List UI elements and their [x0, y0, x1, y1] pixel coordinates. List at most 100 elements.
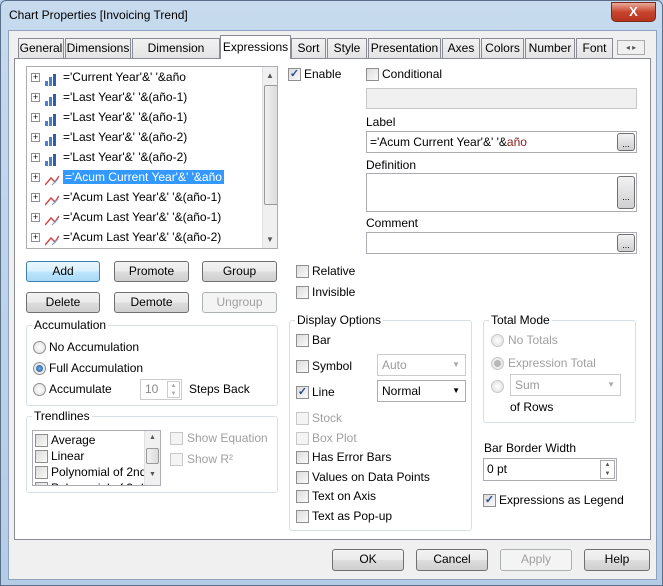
no-totals-label: No Totals — [508, 333, 558, 347]
expression-item[interactable]: + ='Acum Current Year'&' '&año — [31, 167, 224, 187]
trendline-label: Average — [51, 433, 96, 447]
close-button[interactable]: X — [611, 2, 656, 22]
values-on-points-checkbox[interactable] — [296, 471, 309, 484]
enable-checkbox[interactable]: ✓ — [288, 68, 301, 81]
conditional-input[interactable] — [366, 88, 637, 109]
scroll-thumb[interactable] — [264, 85, 277, 205]
ungroup-button[interactable]: Ungroup — [202, 292, 277, 313]
full-accumulation-radio[interactable] — [33, 362, 46, 375]
expression-scrollbar[interactable]: ▲ ▼ — [262, 67, 277, 248]
expression-total-radio[interactable] — [491, 357, 504, 370]
conditional-checkbox[interactable] — [366, 68, 379, 81]
delete-button[interactable]: Delete — [26, 292, 100, 313]
trendline-item[interactable]: Linear — [35, 449, 84, 465]
definition-edit-button[interactable]: ... — [617, 176, 635, 209]
steps-back-input[interactable]: 10 ▲ ▼ — [140, 379, 182, 400]
comment-edit-button[interactable]: ... — [617, 234, 635, 252]
tab-font[interactable]: Font — [576, 38, 613, 59]
expression-item[interactable]: + ='Current Year'&' '&año — [31, 67, 186, 87]
relative-checkbox[interactable] — [296, 265, 309, 278]
expression-item[interactable]: + ='Acum Last Year'&' '&(año-1) — [31, 187, 221, 207]
expression-tree[interactable]: + ='Current Year'&' '&año + ='Last Year'&' … — [26, 66, 278, 249]
line-style-select[interactable]: Normal ▼ — [377, 380, 466, 402]
trendline-item[interactable]: Polynomial of 2nd d — [35, 465, 156, 481]
tab-presentation[interactable]: Presentation — [368, 38, 441, 59]
tab-colors[interactable]: Colors — [481, 38, 524, 59]
trendlines-list[interactable]: Average Linear Polynomial of 2nd d Polynomi… — [32, 430, 161, 486]
scroll-down-icon[interactable]: ▼ — [266, 235, 274, 244]
symbol-value: Auto — [382, 358, 407, 372]
steps-spinner[interactable]: ▲ ▼ — [167, 381, 180, 398]
stock-checkbox[interactable] — [296, 412, 309, 425]
group-button[interactable]: Group — [202, 261, 277, 282]
expand-icon[interactable]: + — [31, 113, 40, 123]
invisible-checkbox[interactable] — [296, 286, 309, 299]
trendlines-scrollbar[interactable]: ▲ ▼ — [144, 431, 160, 485]
bar-border-width-input[interactable]: 0 pt ▲ ▼ — [483, 458, 617, 481]
expand-icon[interactable]: + — [31, 173, 40, 183]
expression-item[interactable]: + ='Acum Last Year'&' '&(año-1) — [31, 207, 221, 227]
comment-input[interactable] — [366, 232, 637, 254]
scroll-thumb[interactable] — [146, 448, 159, 464]
label-input[interactable]: ='Acum Current Year'&' '&año — [366, 131, 637, 153]
trendline-checkbox[interactable] — [35, 434, 48, 448]
tab-general[interactable]: General — [18, 38, 64, 59]
expand-icon[interactable]: + — [31, 233, 40, 243]
tab-style[interactable]: Style — [327, 38, 367, 59]
cancel-button[interactable]: Cancel — [416, 549, 488, 571]
definition-input[interactable] — [366, 173, 637, 212]
scroll-up-icon[interactable]: ▲ — [266, 71, 274, 80]
trendline-checkbox[interactable] — [35, 482, 48, 485]
expression-item[interactable]: + ='Last Year'&' '&(año-2) — [31, 127, 187, 147]
line-chart-icon — [44, 172, 60, 186]
expand-icon[interactable]: + — [31, 193, 40, 203]
tab-dimension-limits[interactable]: Dimension Limits — [132, 38, 220, 74]
tab-sort[interactable]: Sort — [291, 38, 326, 59]
expression-item[interactable]: + ='Acum Last Year'&' '&(año-2) — [31, 227, 221, 247]
add-button[interactable]: Add — [26, 261, 100, 282]
trendline-item[interactable]: Average — [35, 433, 95, 449]
tab-expressions[interactable]: Expressions — [220, 35, 291, 59]
symbol-select[interactable]: Auto ▼ — [377, 354, 466, 376]
bar-checkbox[interactable] — [296, 334, 309, 347]
no-totals-radio[interactable] — [491, 334, 504, 347]
demote-button[interactable]: Demote — [114, 292, 189, 313]
trendline-checkbox[interactable] — [35, 450, 48, 464]
tab-number[interactable]: Number — [525, 38, 575, 59]
show-r2-checkbox[interactable] — [170, 453, 183, 466]
no-accumulation-radio[interactable] — [33, 341, 46, 354]
expand-icon[interactable]: + — [31, 133, 40, 143]
tab-scroll-arrows[interactable]: ◂ ▸ — [617, 40, 645, 55]
trendline-checkbox[interactable] — [35, 466, 48, 480]
text-on-axis-checkbox[interactable] — [296, 490, 309, 503]
expand-icon[interactable]: + — [31, 93, 40, 103]
line-checkbox[interactable]: ✓ — [296, 386, 309, 399]
expand-icon[interactable]: + — [31, 213, 40, 223]
accumulate-radio[interactable] — [33, 383, 46, 396]
label-edit-button[interactable]: ... — [617, 133, 635, 151]
show-equation-label: Show Equation — [187, 431, 268, 445]
ok-button[interactable]: OK — [332, 549, 404, 571]
show-equation-checkbox[interactable] — [170, 432, 183, 445]
expand-icon[interactable]: + — [31, 153, 40, 163]
tab-dimensions[interactable]: Dimensions — [65, 38, 131, 59]
expressions-legend-checkbox[interactable]: ✓ — [483, 494, 496, 507]
tab-axes[interactable]: Axes — [442, 38, 480, 59]
expression-label: ='Acum Last Year'&' '&(año-1) — [63, 210, 222, 224]
expression-item[interactable]: + ='Last Year'&' '&(año-1) — [31, 107, 187, 127]
apply-button[interactable]: Apply — [500, 549, 572, 571]
sum-radio[interactable] — [491, 380, 504, 393]
bar-chart-icon — [45, 92, 59, 106]
trendline-item[interactable]: Polynomial of 3rd d — [35, 481, 154, 485]
promote-button[interactable]: Promote — [114, 261, 189, 282]
bar-border-spinner[interactable]: ▲ ▼ — [600, 460, 615, 479]
symbol-checkbox[interactable] — [296, 360, 309, 373]
box-plot-checkbox[interactable] — [296, 432, 309, 445]
expression-item[interactable]: + ='Last Year'&' '&(año-1) — [31, 87, 187, 107]
help-button[interactable]: Help — [584, 549, 650, 571]
expand-icon[interactable]: + — [31, 73, 40, 83]
expression-item[interactable]: + ='Last Year'&' '&(año-2) — [31, 147, 187, 167]
sum-select[interactable]: Sum ▼ — [510, 374, 621, 396]
error-bars-checkbox[interactable] — [296, 451, 309, 464]
text-popup-checkbox[interactable] — [296, 510, 309, 523]
